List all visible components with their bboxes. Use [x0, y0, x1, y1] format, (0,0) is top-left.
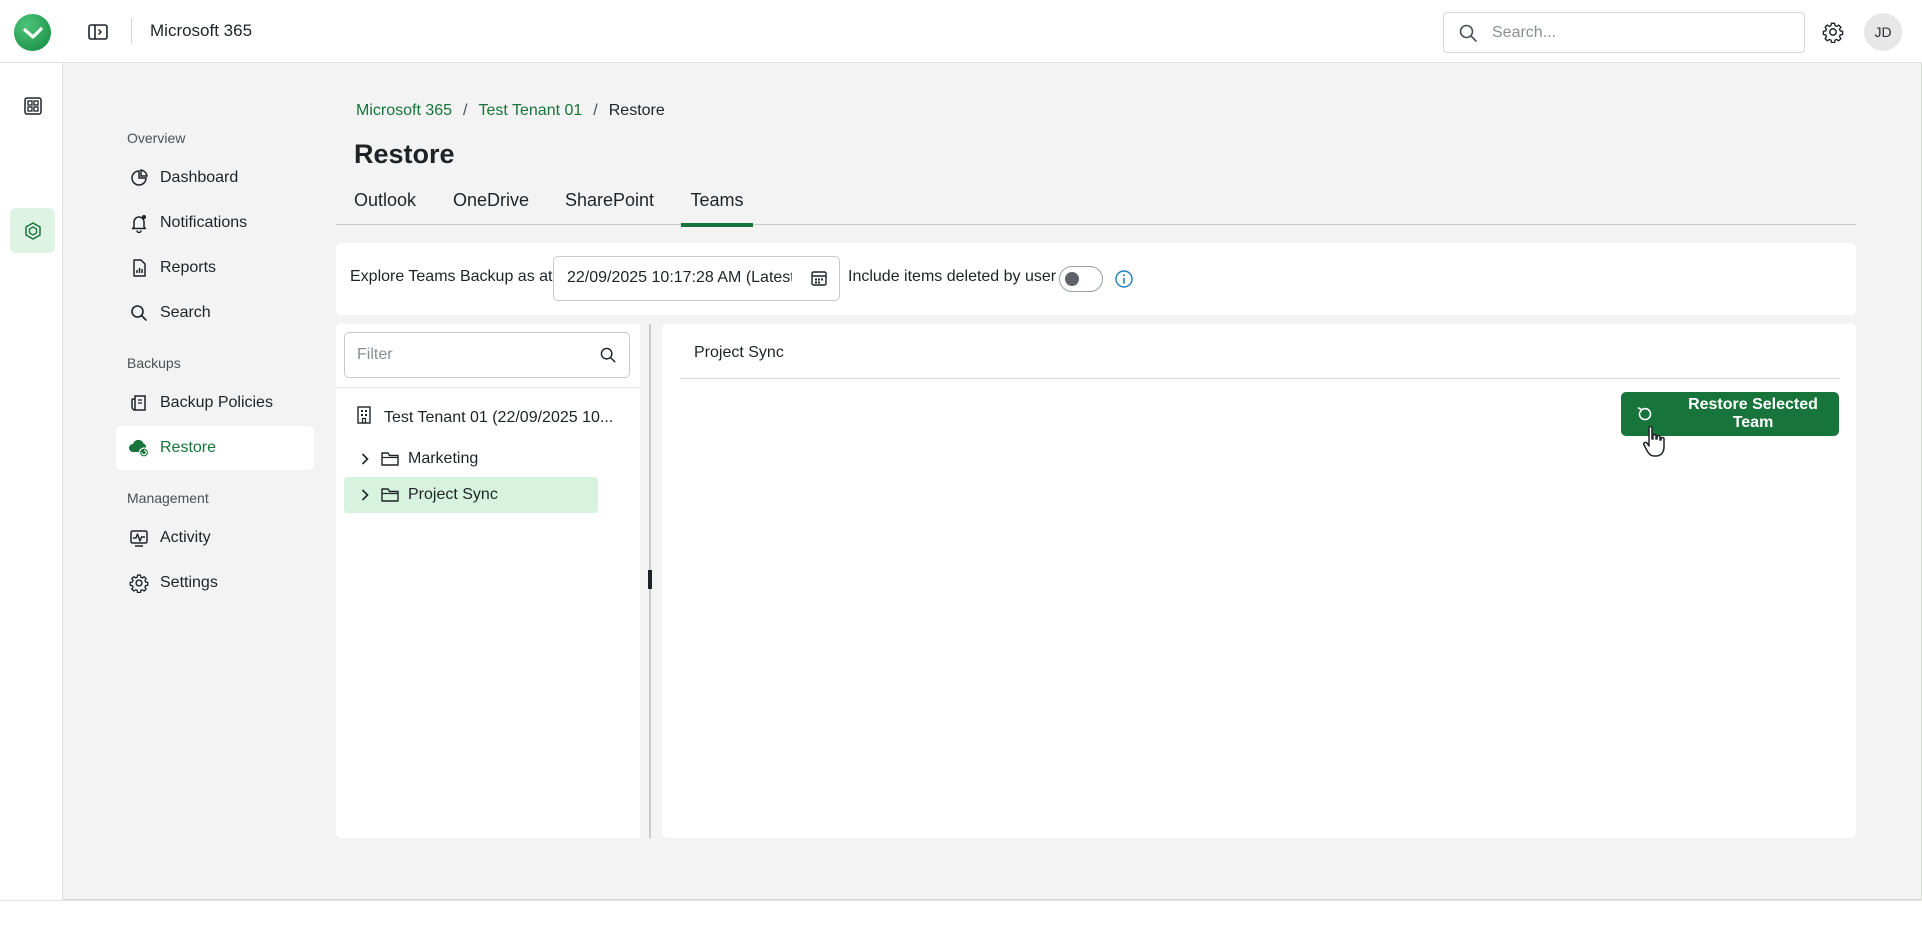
nav-item-label: Notifications [160, 214, 248, 231]
breadcrumb-link-tenant[interactable]: Test Tenant 01 [479, 102, 583, 120]
explore-bar: Explore Teams Backup as at 22/09/2025 10… [336, 243, 1856, 315]
global-search-input[interactable] [1492, 19, 1792, 47]
dashboard-icon [128, 167, 150, 189]
tree-node-label: Marketing [408, 450, 479, 467]
splitter-handle[interactable] [648, 570, 652, 589]
nav-section-overview: Overview [127, 130, 186, 146]
nav-item-label: Reports [160, 259, 217, 276]
nav-item-settings[interactable]: Settings [116, 561, 314, 605]
nav-item-dashboard[interactable]: Dashboard [116, 156, 314, 200]
nav-item-label: Settings [160, 574, 218, 591]
tab-outlook[interactable]: Outlook [354, 190, 416, 223]
nav-item-backup-policies[interactable]: Backup Policies [116, 381, 314, 425]
include-deleted-toggle[interactable] [1059, 266, 1103, 292]
global-search[interactable] [1443, 12, 1805, 53]
gear-icon [128, 572, 150, 594]
tree-node-marketing[interactable]: Marketing [344, 441, 598, 477]
content-panel: Project Sync Restore Selected Team [662, 324, 1856, 838]
tab-onedrive[interactable]: OneDrive [453, 190, 529, 223]
calendar-icon [810, 269, 828, 292]
nav-item-label: Backup Policies [160, 394, 273, 411]
selected-team-title: Project Sync [694, 344, 784, 361]
nav-item-restore[interactable]: Restore [116, 426, 314, 470]
nav-item-label: Activity [160, 529, 211, 546]
breadcrumb-separator: / [463, 102, 468, 119]
explore-label: Explore Teams Backup as at [350, 268, 553, 285]
app-title: Microsoft 365 [150, 21, 253, 40]
app-rail [0, 63, 63, 900]
sidebar-toggle-icon[interactable] [84, 18, 112, 46]
bottom-strip [0, 900, 1922, 948]
backup-date-value: 22/09/2025 10:17:28 AM (Latest) [567, 269, 792, 286]
activity-icon [128, 527, 150, 549]
toggle-knob [1065, 272, 1079, 286]
nav-item-activity[interactable]: Activity [116, 516, 314, 560]
filter-field[interactable] [344, 332, 630, 378]
tree-root-label: Test Tenant 01 (22/09/2025 10... [384, 408, 614, 426]
report-icon [128, 257, 150, 279]
folder-icon [380, 486, 400, 504]
breadcrumb: Microsoft 365 / Test Tenant 01 / Restore [356, 102, 665, 120]
tree-panel: Test Tenant 01 (22/09/2025 10... Marketi… [336, 324, 640, 838]
top-bar: Microsoft 365 JD [0, 0, 1922, 63]
chevron-right-icon[interactable] [354, 488, 376, 502]
tree-node-label: Project Sync [408, 486, 498, 503]
tab-sharepoint[interactable]: SharePoint [565, 190, 654, 223]
building-icon [356, 405, 372, 430]
nav-item-notifications[interactable]: Notifications [116, 201, 314, 245]
hand-cursor-icon [1640, 424, 1670, 465]
backup-date-picker[interactable]: 22/09/2025 10:17:28 AM (Latest) [553, 256, 840, 301]
breadcrumb-link-microsoft365[interactable]: Microsoft 365 [356, 102, 452, 120]
tree-node-project-sync[interactable]: Project Sync [344, 477, 598, 513]
filter-input[interactable] [357, 343, 587, 367]
include-deleted-label: Include items deleted by user [848, 268, 1057, 285]
app-logo[interactable] [14, 14, 51, 51]
policy-icon [128, 392, 150, 414]
nav-item-label: Search [160, 304, 211, 321]
topbar-divider [131, 18, 132, 44]
user-avatar[interactable]: JD [1864, 13, 1902, 51]
nav-item-reports[interactable]: Reports [116, 246, 314, 290]
nav-section-backups: Backups [127, 355, 181, 371]
rail-microsoft365-icon[interactable] [10, 208, 55, 253]
restore-button-label: Restore Selected Team [1688, 396, 1818, 431]
tab-teams[interactable]: Teams [681, 190, 753, 227]
tree-separator [336, 387, 640, 388]
rail-dashboard-grid-icon[interactable] [10, 83, 55, 128]
nav-item-label: Restore [160, 439, 217, 456]
chevron-right-icon[interactable] [354, 452, 376, 466]
content-separator [680, 378, 1840, 379]
info-icon[interactable] [1114, 269, 1134, 294]
nav-item-label: Dashboard [160, 169, 239, 186]
tree-root-tenant[interactable]: Test Tenant 01 (22/09/2025 10... [356, 405, 613, 430]
tab-bar: Outlook OneDrive SharePoint Teams [336, 184, 1856, 227]
nav-section-management: Management [127, 490, 209, 506]
search-icon [1458, 23, 1478, 48]
breadcrumb-separator: / [593, 102, 598, 119]
folder-icon [380, 450, 400, 468]
restore-icon [1635, 404, 1655, 424]
breadcrumb-current: Restore [608, 102, 665, 119]
bell-icon [128, 212, 150, 234]
search-icon [128, 302, 150, 324]
page-title: Restore [354, 139, 455, 169]
search-icon [599, 346, 617, 369]
nav-item-search[interactable]: Search [116, 291, 314, 335]
settings-gear-icon[interactable] [1818, 17, 1848, 47]
cloud-restore-icon [128, 437, 150, 459]
